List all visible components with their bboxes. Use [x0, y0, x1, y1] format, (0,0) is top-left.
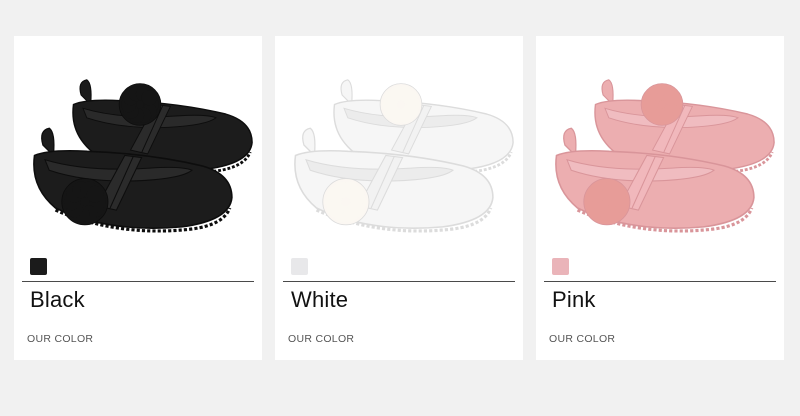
pompom	[322, 178, 370, 226]
product-card-pink[interactable]: Pink OUR COLOR	[536, 36, 784, 360]
color-name: White	[291, 287, 349, 312]
pompom	[640, 83, 684, 126]
color-name: Black	[30, 287, 85, 312]
shoe-image[interactable]	[536, 36, 784, 286]
shoe-image[interactable]	[275, 36, 523, 286]
shoe-image[interactable]	[14, 36, 262, 286]
pompom	[583, 178, 631, 226]
product-card-black[interactable]: Black OUR COLOR	[14, 36, 262, 360]
our-color-label: OUR COLOR	[27, 333, 94, 345]
pompom	[118, 83, 162, 126]
color-name: Pink	[552, 287, 596, 312]
our-color-label: OUR COLOR	[549, 333, 616, 345]
divider	[22, 281, 254, 282]
color-swatch[interactable]	[291, 258, 308, 275]
product-card-white[interactable]: White OUR COLOR	[275, 36, 523, 360]
divider	[283, 281, 515, 282]
divider	[544, 281, 776, 282]
pompom	[379, 83, 423, 126]
color-swatch[interactable]	[552, 258, 569, 275]
color-swatch[interactable]	[30, 258, 47, 275]
our-color-label: OUR COLOR	[288, 333, 355, 345]
pompom	[61, 178, 109, 226]
